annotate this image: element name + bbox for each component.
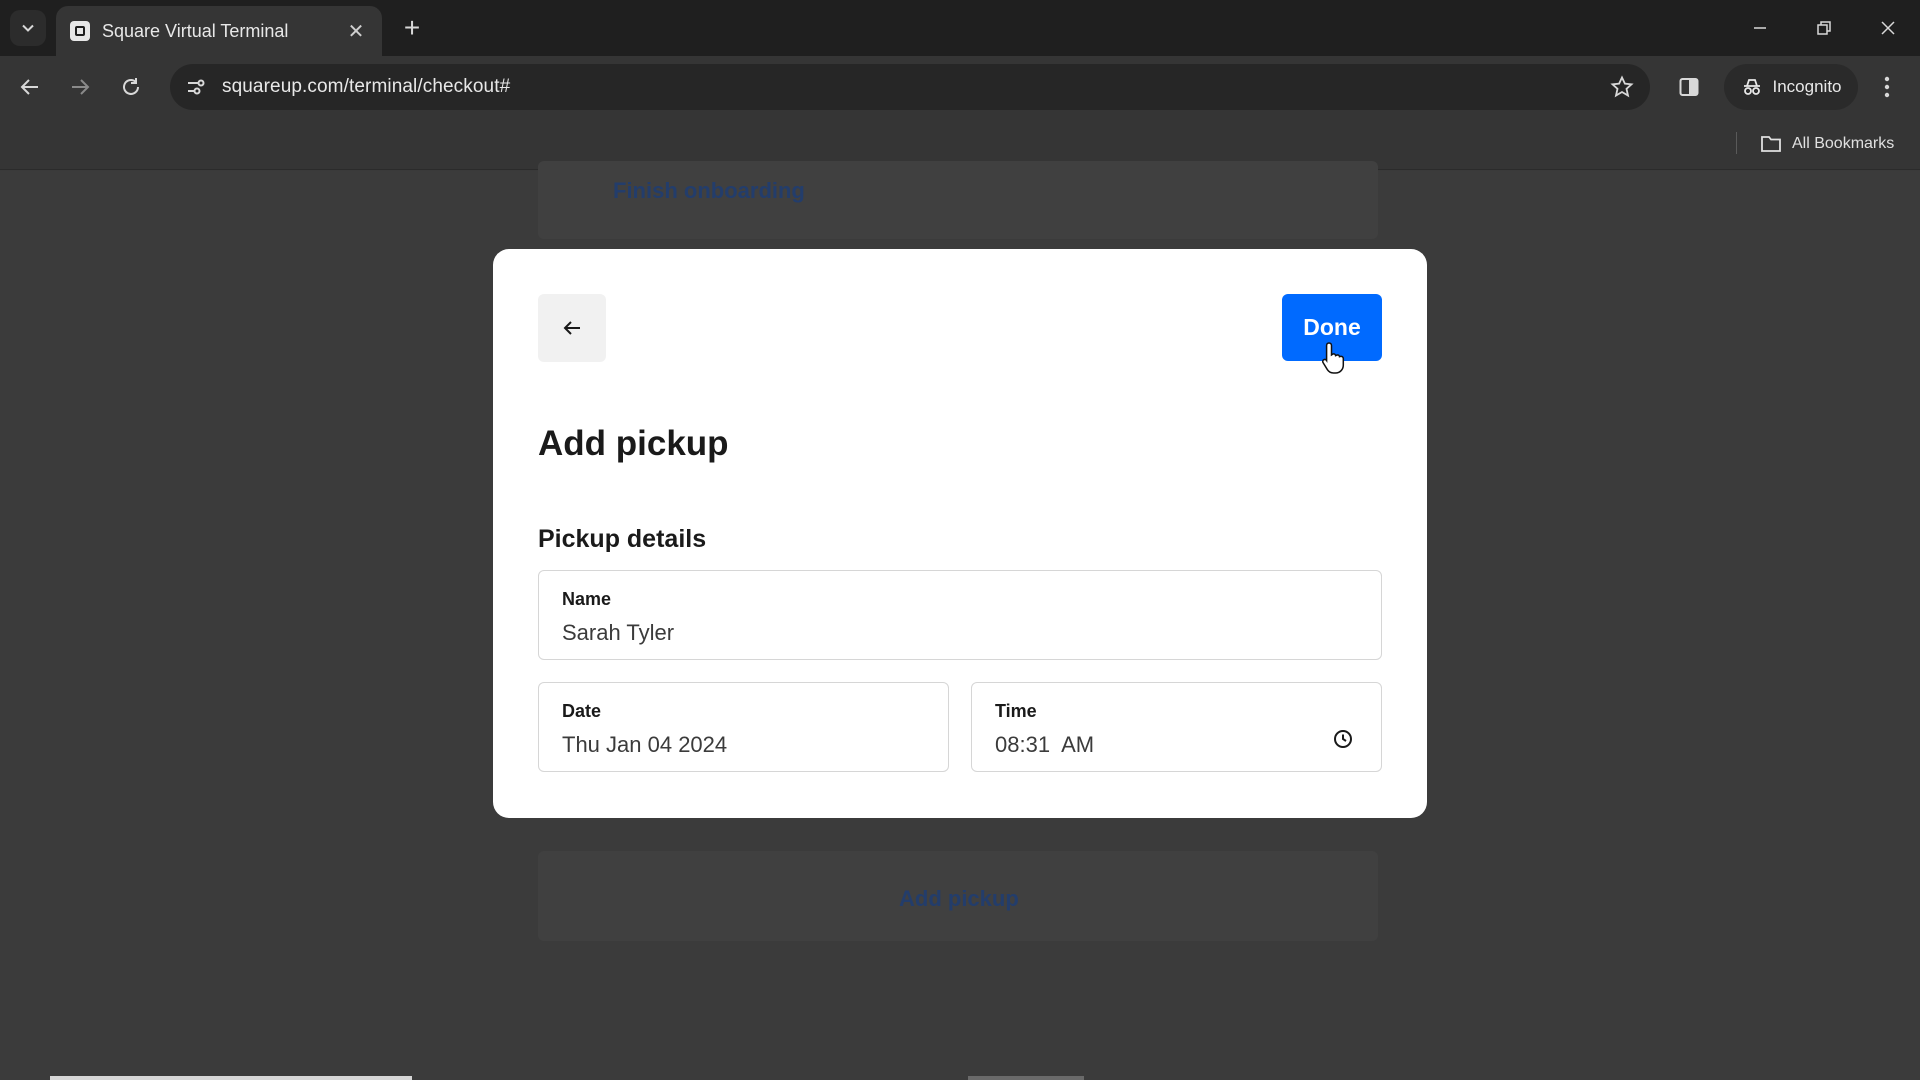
side-panel-icon xyxy=(1679,78,1699,96)
forward-nav-button[interactable] xyxy=(61,68,99,106)
finish-onboarding-link[interactable]: Finish onboarding xyxy=(613,178,805,204)
reload-button[interactable] xyxy=(112,68,150,106)
tab-title: Square Virtual Terminal xyxy=(102,20,289,41)
onboarding-card: Finish onboarding xyxy=(538,161,1378,239)
horizontal-scrollbar-segment xyxy=(968,1076,1084,1080)
horizontal-scrollbar-thumb[interactable] xyxy=(50,1076,412,1080)
bookmarks-separator xyxy=(1736,132,1737,154)
side-panel-button[interactable] xyxy=(1670,68,1708,106)
add-pickup-modal: Done Add pickup Pickup details Name Sara… xyxy=(493,249,1427,818)
kebab-menu-icon xyxy=(1884,76,1890,98)
name-field-label: Name xyxy=(562,589,612,609)
browser-tab-active[interactable]: Square Virtual Terminal ✕ xyxy=(56,6,382,56)
bookmark-star-icon[interactable] xyxy=(1610,75,1634,99)
minimize-button[interactable] xyxy=(1740,10,1780,46)
modal-title: Add pickup xyxy=(538,424,729,463)
square-favicon-icon xyxy=(70,21,90,41)
arrow-left-icon xyxy=(20,79,38,95)
incognito-badge[interactable]: Incognito xyxy=(1724,64,1858,110)
add-pickup-link[interactable]: Add pickup xyxy=(899,886,1019,912)
all-bookmarks-button[interactable]: All Bookmarks xyxy=(1760,130,1894,158)
time-field-value[interactable]: 08:31 AM xyxy=(995,732,1094,758)
clock-icon[interactable] xyxy=(1333,729,1353,749)
time-field[interactable]: Time 08:31 AM xyxy=(971,682,1382,772)
site-settings-icon[interactable] xyxy=(186,77,206,97)
browser-toolbar: squareup.com/terminal/checkout# Incognit… xyxy=(0,56,1920,118)
name-field[interactable]: Name Sarah Tyler xyxy=(538,570,1382,660)
time-field-label: Time xyxy=(995,701,1037,721)
reload-icon xyxy=(123,78,139,95)
close-icon xyxy=(1881,21,1895,35)
close-window-button[interactable] xyxy=(1868,10,1908,46)
hand-cursor-icon xyxy=(1321,342,1345,374)
name-field-value[interactable]: Sarah Tyler xyxy=(562,620,674,646)
modal-back-button[interactable] xyxy=(538,294,606,362)
folder-icon xyxy=(1761,136,1781,152)
minimize-icon xyxy=(1754,27,1766,29)
all-bookmarks-label: All Bookmarks xyxy=(1792,135,1895,152)
new-tab-button[interactable]: + xyxy=(396,12,428,44)
chevron-down-icon xyxy=(22,24,34,32)
date-field-label: Date xyxy=(562,701,602,721)
arrow-right-icon xyxy=(72,79,90,95)
browser-menu-button[interactable] xyxy=(1872,68,1902,106)
browser-tabstrip: Square Virtual Terminal ✕ + xyxy=(0,0,1920,56)
restore-icon xyxy=(1817,21,1831,35)
back-nav-button[interactable] xyxy=(11,68,49,106)
date-field[interactable]: Date Thu Jan 04 2024 xyxy=(538,682,949,772)
add-pickup-card: Add pickup xyxy=(538,851,1378,941)
tab-search-button[interactable] xyxy=(10,10,46,46)
tab-close-icon[interactable]: ✕ xyxy=(344,19,368,44)
pickup-details-heading: Pickup details xyxy=(538,525,707,553)
date-field-value[interactable]: Thu Jan 04 2024 xyxy=(562,732,727,758)
restore-button[interactable] xyxy=(1804,10,1844,46)
incognito-icon xyxy=(1743,79,1760,95)
address-bar[interactable]: squareup.com/terminal/checkout# xyxy=(170,64,1650,110)
incognito-label: Incognito xyxy=(1772,77,1842,96)
arrow-left-icon xyxy=(563,321,580,335)
url-text: squareup.com/terminal/checkout# xyxy=(222,76,511,97)
